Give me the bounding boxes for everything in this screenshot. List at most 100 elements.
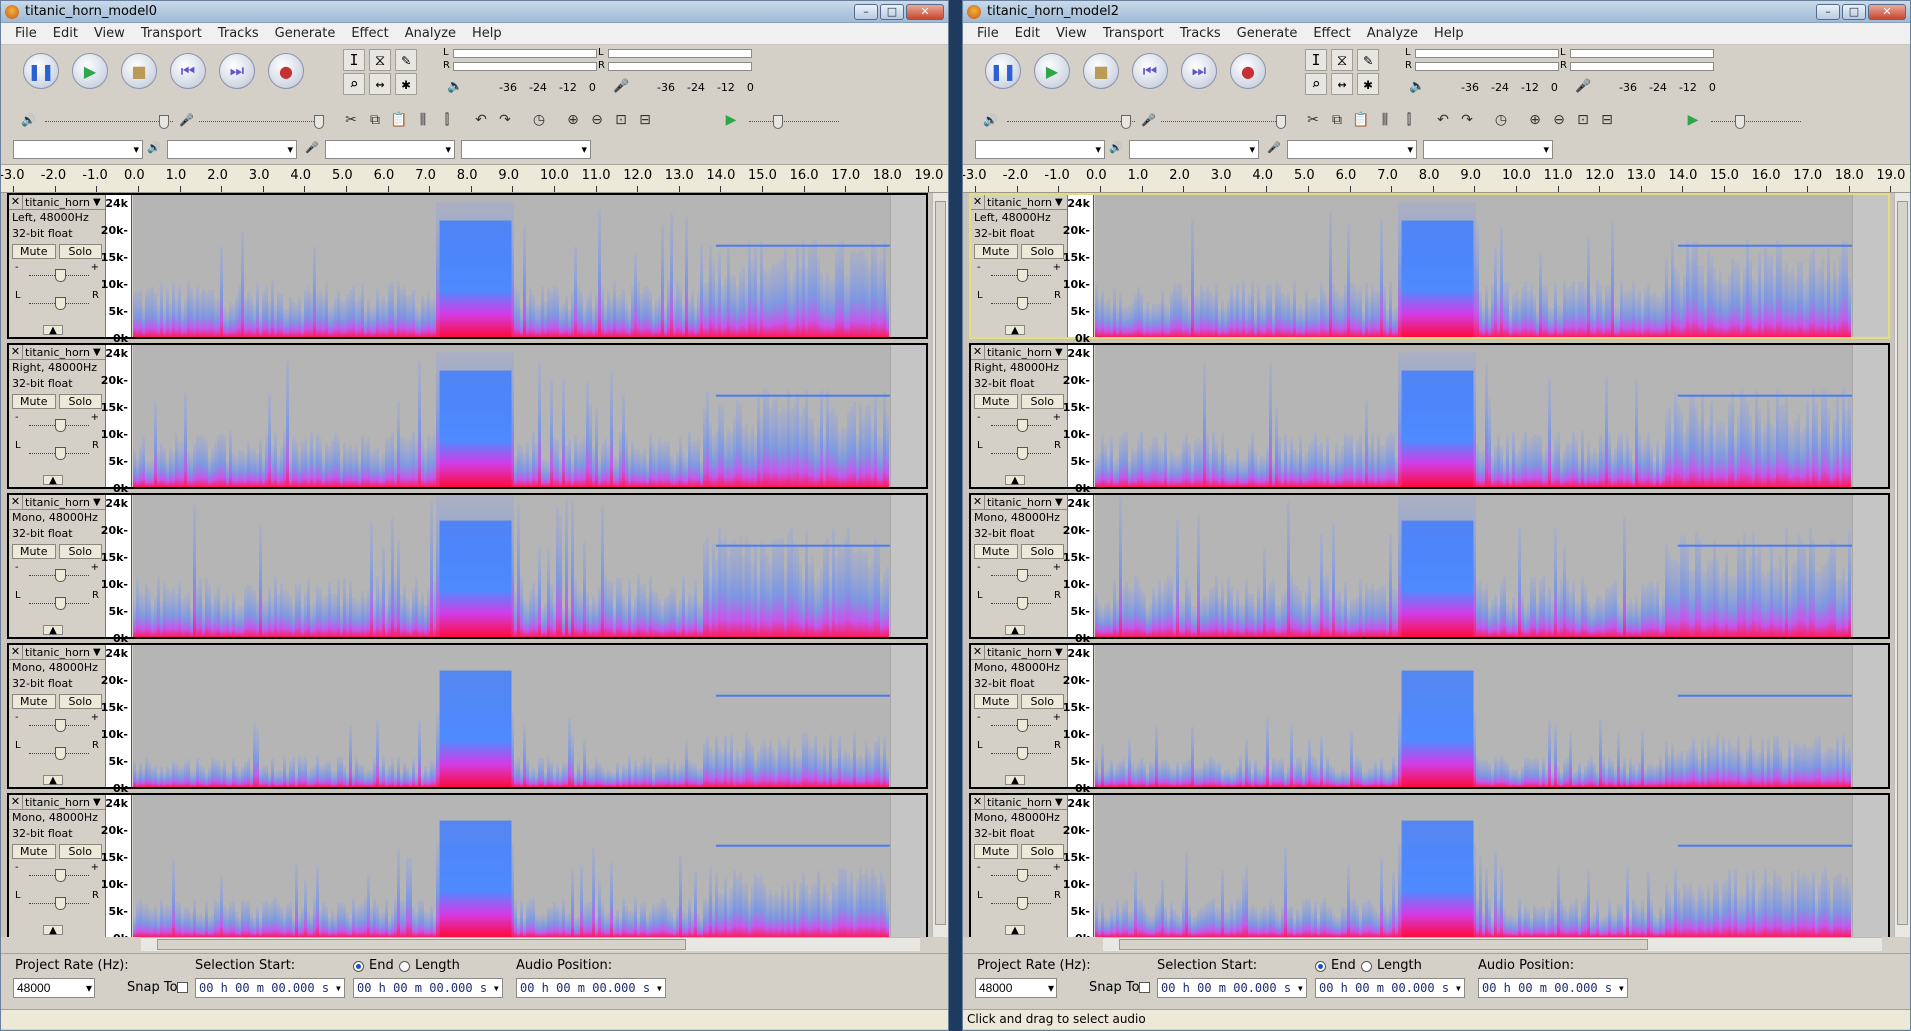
pan-slider[interactable]: LR: [977, 589, 1061, 617]
skip-end-button[interactable]: ⏭: [219, 53, 255, 89]
spectrogram[interactable]: [133, 645, 926, 787]
mute-button[interactable]: Mute: [974, 244, 1018, 259]
minimize-button[interactable]: –: [854, 3, 878, 20]
audio-track[interactable]: ✕ titanic_horn ▼ Mono, 48000Hz 32-bit float M…: [969, 793, 1890, 937]
solo-button[interactable]: Solo: [58, 544, 102, 559]
skip-start-button[interactable]: ⏮: [170, 53, 206, 89]
gain-slider[interactable]: - +: [15, 861, 99, 889]
play-button[interactable]: ▶: [1034, 53, 1070, 89]
gain-slider[interactable]: - +: [15, 261, 99, 289]
output-volume-slider[interactable]: [45, 115, 173, 129]
audio-track[interactable]: ✕ titanic_horn ▼ Mono, 48000Hz 32-bit float M…: [969, 643, 1890, 795]
spectrogram-plot[interactable]: [1095, 495, 1852, 637]
track-name[interactable]: titanic_horn: [23, 796, 93, 809]
snap-to-checkbox[interactable]: [177, 982, 188, 993]
audio-host-dropdown[interactable]: [13, 140, 143, 159]
collapse-track-button[interactable]: ▲: [1005, 625, 1025, 636]
spectrogram-plot[interactable]: [133, 495, 890, 637]
stop-button[interactable]: ■: [1083, 53, 1119, 89]
spectrogram-plot[interactable]: [133, 795, 890, 937]
fit-selection-button[interactable]: ⊡: [609, 109, 633, 131]
audio-track[interactable]: ✕ titanic_horn ▼ Mono, 48000Hz 32-bit float M…: [7, 493, 928, 645]
output-device-dropdown[interactable]: [1129, 140, 1259, 159]
audio-track[interactable]: ✕ titanic_horn ▼ Mono, 48000Hz 32-bit float M…: [7, 793, 928, 937]
gain-slider[interactable]: - +: [977, 561, 1061, 589]
gain-slider[interactable]: - +: [15, 561, 99, 589]
pan-slider[interactable]: LR: [977, 289, 1061, 317]
maximize-button[interactable]: □: [1842, 3, 1866, 20]
horizontal-scrollbar[interactable]: [141, 937, 920, 951]
menu-file[interactable]: File: [969, 26, 1007, 41]
envelope-tool[interactable]: ⧖: [369, 49, 391, 71]
horizontal-scroll-thumb[interactable]: [157, 939, 686, 950]
audio-track[interactable]: ✕ titanic_horn ▼ Mono, 48000Hz 32-bit float M…: [969, 493, 1890, 645]
track-name[interactable]: titanic_horn: [985, 346, 1055, 359]
gain-thumb[interactable]: [55, 719, 66, 732]
playback-meter[interactable]: LR: [1403, 47, 1563, 73]
horizontal-scroll-thumb[interactable]: [1119, 939, 1648, 950]
track-menu-icon[interactable]: ▼: [93, 647, 105, 658]
solo-button[interactable]: Solo: [1020, 244, 1064, 259]
mute-button[interactable]: Mute: [12, 544, 56, 559]
track-close-button[interactable]: ✕: [971, 345, 985, 359]
collapse-track-button[interactable]: ▲: [43, 775, 63, 786]
spectrogram-plot[interactable]: [1095, 345, 1852, 487]
zoom-out-button[interactable]: ⊖: [585, 109, 609, 131]
pan-slider[interactable]: LR: [15, 889, 99, 917]
menu-tracks[interactable]: Tracks: [210, 26, 267, 41]
horizontal-scrollbar[interactable]: [1103, 937, 1882, 951]
track-name[interactable]: titanic_horn: [23, 496, 93, 509]
gain-thumb[interactable]: [1017, 419, 1028, 432]
zoom-out-button[interactable]: ⊖: [1547, 109, 1571, 131]
title-bar[interactable]: titanic_horn_model2– □ ✕: [963, 1, 1910, 23]
solo-button[interactable]: Solo: [58, 244, 102, 259]
skip-end-button[interactable]: ⏭: [1181, 53, 1217, 89]
solo-button[interactable]: Solo: [1020, 394, 1064, 409]
track-name[interactable]: titanic_horn: [985, 196, 1055, 209]
playback-meter[interactable]: LR: [441, 47, 601, 73]
copy-button[interactable]: ⧉: [1325, 109, 1349, 131]
audio-position-time[interactable]: 00 h 00 m 00.000 s: [1478, 978, 1628, 998]
sync-lock-button[interactable]: ◷: [527, 109, 551, 131]
undo-button[interactable]: ↶: [1431, 109, 1455, 131]
pause-button[interactable]: ❚❚: [985, 53, 1021, 89]
collapse-track-button[interactable]: ▲: [1005, 775, 1025, 786]
audio-track[interactable]: ✕ titanic_horn ▼ Right, 48000Hz 32-bit float…: [969, 343, 1890, 495]
selection-start-time[interactable]: 00 h 00 m 00.000 s: [1157, 978, 1307, 998]
pan-thumb[interactable]: [1017, 747, 1028, 760]
collapse-track-button[interactable]: ▲: [43, 625, 63, 636]
menu-transport[interactable]: Transport: [1095, 26, 1172, 41]
gain-thumb[interactable]: [1017, 269, 1028, 282]
menu-view[interactable]: View: [86, 26, 133, 41]
project-rate-dropdown[interactable]: 48000: [13, 978, 95, 998]
close-button[interactable]: ✕: [1868, 3, 1906, 20]
zoom-tool[interactable]: ⌕: [1305, 73, 1327, 95]
gain-thumb[interactable]: [55, 569, 66, 582]
track-menu-icon[interactable]: ▼: [93, 497, 105, 508]
track-close-button[interactable]: ✕: [9, 495, 23, 509]
sync-lock-button[interactable]: ◷: [1489, 109, 1513, 131]
snap-to-checkbox[interactable]: [1139, 982, 1150, 993]
track-name[interactable]: titanic_horn: [23, 646, 93, 659]
vertical-scroll-thumb[interactable]: [935, 201, 946, 925]
pan-thumb[interactable]: [1017, 597, 1028, 610]
output-volume-thumb[interactable]: [1121, 115, 1131, 129]
zoom-in-button[interactable]: ⊕: [561, 109, 585, 131]
track-close-button[interactable]: ✕: [971, 795, 985, 809]
record-button[interactable]: ●: [1230, 53, 1266, 89]
redo-button[interactable]: ↷: [1455, 109, 1479, 131]
selection-tool[interactable]: I: [1305, 49, 1327, 71]
record-button[interactable]: ●: [268, 53, 304, 89]
solo-button[interactable]: Solo: [1020, 844, 1064, 859]
track-name[interactable]: titanic_horn: [23, 196, 93, 209]
track-name[interactable]: titanic_horn: [23, 346, 93, 359]
input-channels-dropdown[interactable]: [1423, 140, 1553, 159]
mute-button[interactable]: Mute: [12, 844, 56, 859]
paste-button[interactable]: 📋: [1349, 109, 1373, 131]
menu-effect[interactable]: Effect: [1305, 26, 1358, 41]
mute-button[interactable]: Mute: [974, 544, 1018, 559]
mute-button[interactable]: Mute: [12, 394, 56, 409]
audio-track[interactable]: ✕ titanic_horn ▼ Left, 48000Hz 32-bit float M…: [7, 193, 928, 345]
collapse-track-button[interactable]: ▲: [1005, 475, 1025, 486]
silence-button[interactable]: ⫿: [1397, 109, 1421, 131]
